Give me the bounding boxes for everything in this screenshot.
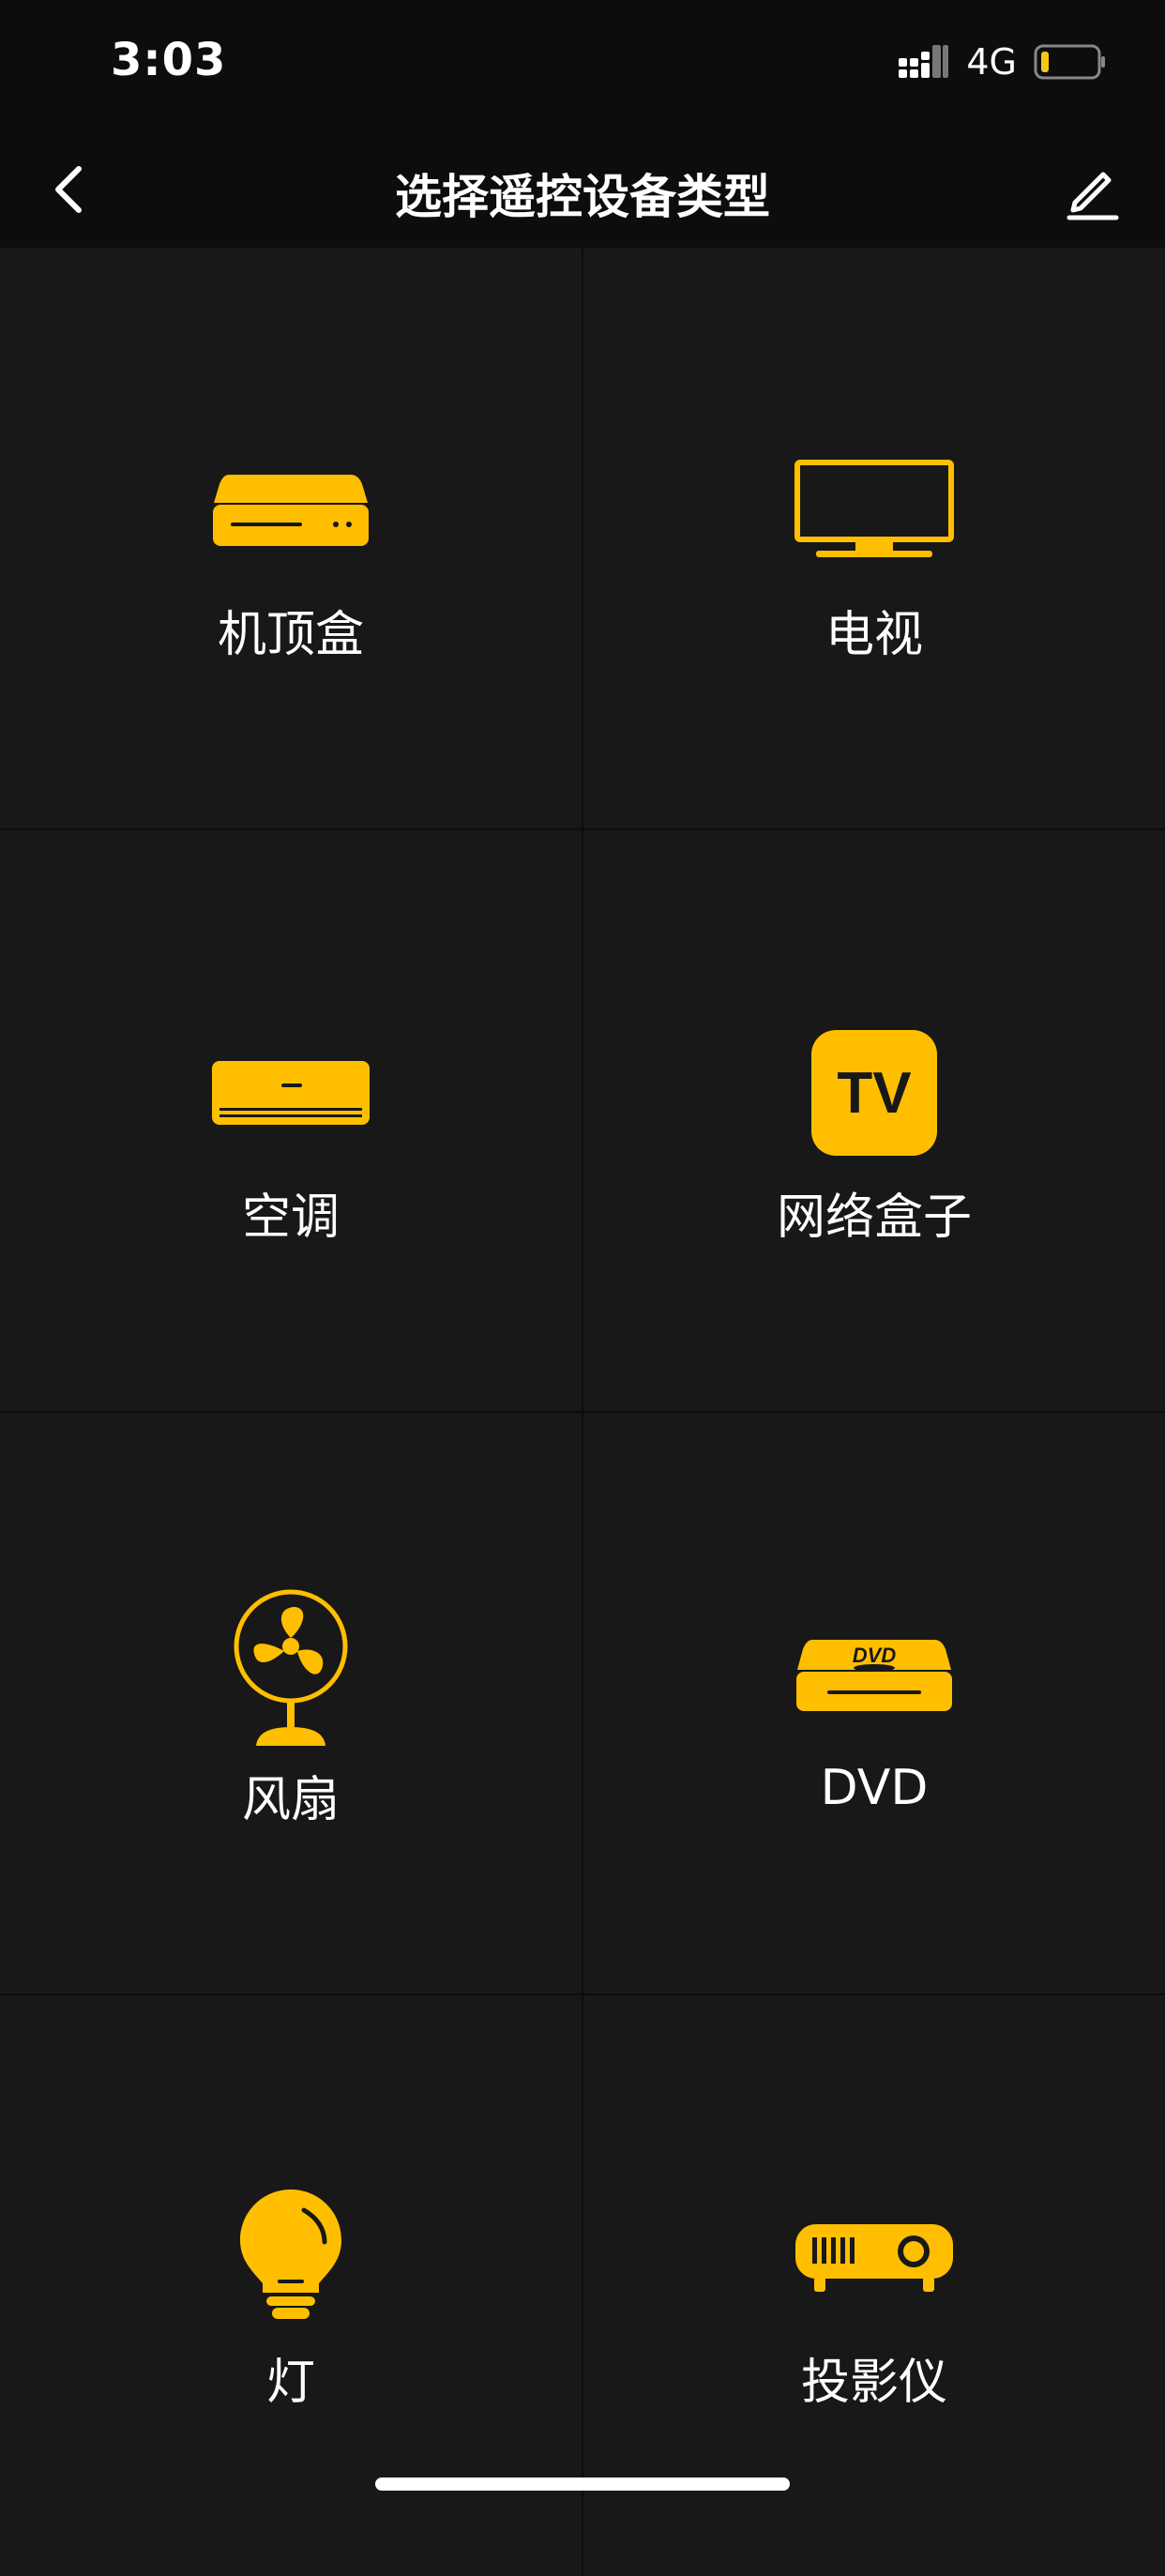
dvd-icon-text: DVD: [853, 1644, 897, 1667]
edit-button[interactable]: [1056, 154, 1127, 225]
air-conditioner-icon: [212, 1061, 370, 1125]
dvd-player-icon: DVD: [796, 1640, 952, 1711]
light-bulb-icon: [240, 2190, 341, 2319]
device-type-grid: 机顶盒 电视 空调 TV 网络盒子 风扇 DVD DVD 灯 投影仪: [0, 248, 1165, 2576]
device-label: 网络盒子: [776, 1190, 972, 1246]
device-air-conditioner[interactable]: 空调: [0, 830, 582, 1411]
status-indicators: 4G: [899, 41, 1107, 83]
projector-icon: [795, 2224, 953, 2292]
fan-icon: [234, 1589, 348, 1746]
navigation-bar: 选择遥控设备类型: [0, 131, 1165, 248]
device-network-box[interactable]: TV 网络盒子: [583, 830, 1165, 1411]
device-label: DVD: [820, 1760, 929, 1816]
tv-icon: [794, 460, 954, 557]
page-title: 选择遥控设备类型: [395, 170, 770, 224]
device-dvd[interactable]: DVD DVD: [583, 1413, 1165, 1993]
device-label: 风扇: [241, 1772, 340, 1828]
device-fan[interactable]: 风扇: [0, 1413, 582, 1993]
device-tv[interactable]: 电视: [583, 248, 1165, 828]
device-label: 灯: [265, 2355, 315, 2411]
network-type: 4G: [966, 41, 1017, 83]
pencil-icon: [1067, 172, 1119, 220]
battery-icon: [1034, 44, 1105, 80]
home-indicator[interactable]: [375, 2478, 790, 2491]
device-set-top-box[interactable]: 机顶盒: [0, 248, 582, 828]
device-label: 电视: [825, 607, 923, 663]
signal-icon: [899, 45, 949, 78]
status-bar: 3:03 4G: [0, 0, 1165, 131]
network-box-icon: TV: [811, 1030, 937, 1156]
device-label: 机顶盒: [217, 607, 364, 663]
device-label: 空调: [241, 1190, 340, 1246]
status-time: 3:03: [111, 34, 227, 86]
set-top-box-icon: [213, 475, 369, 546]
network-box-icon-text: TV: [837, 1061, 911, 1126]
device-label: 投影仪: [800, 2355, 947, 2411]
